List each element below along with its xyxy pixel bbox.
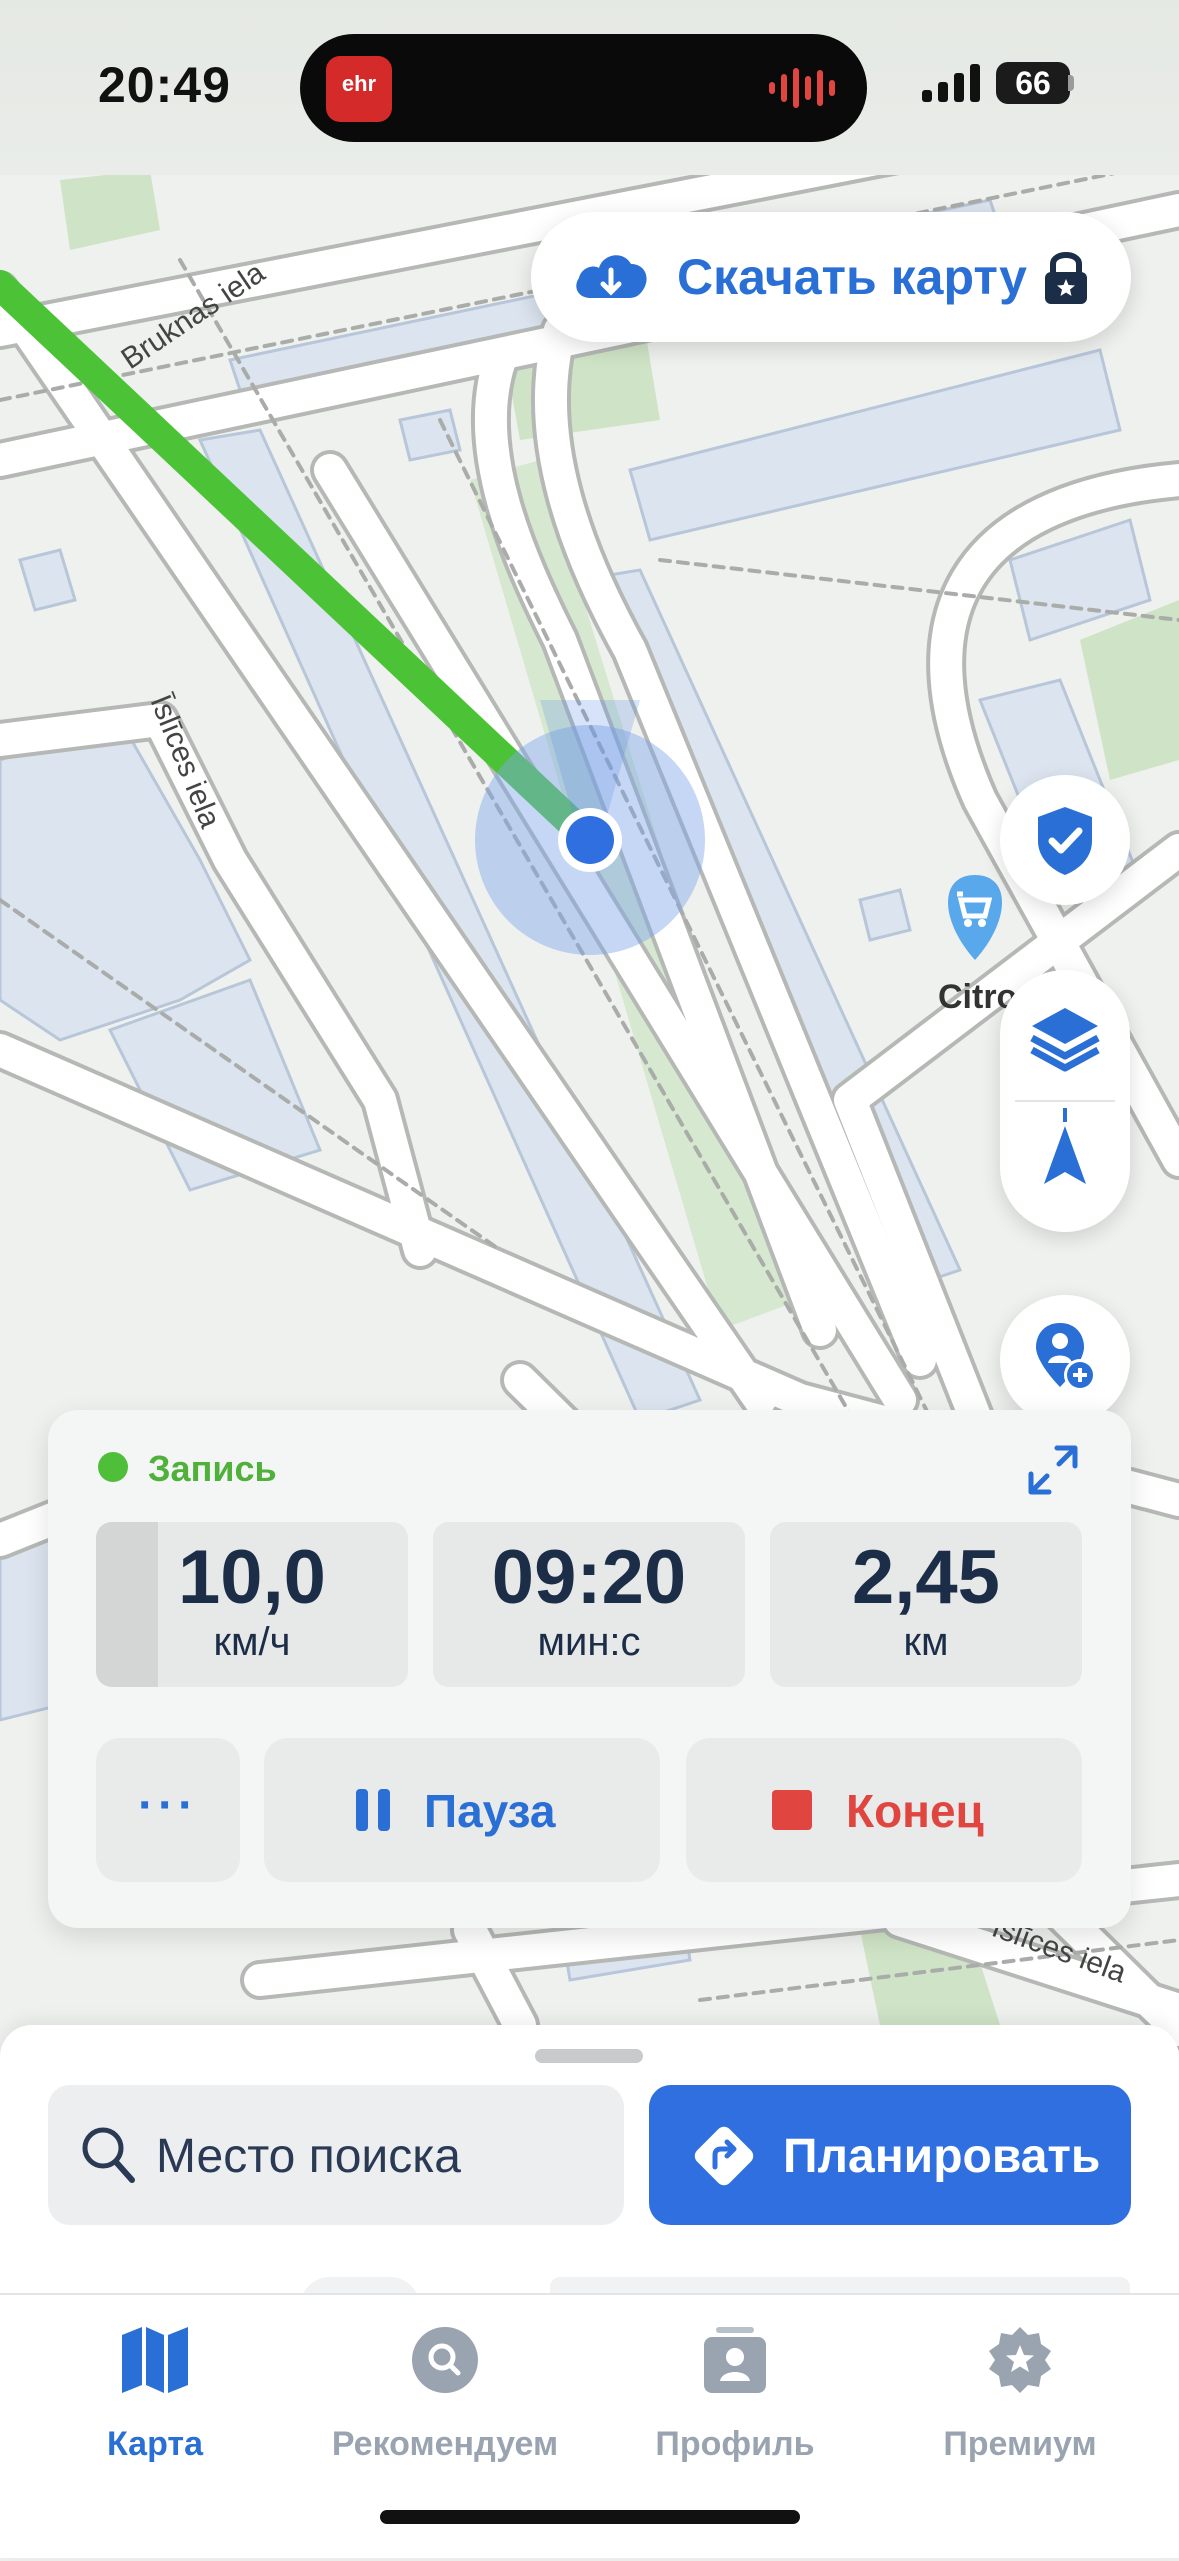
route-direction-icon [694,2126,754,2186]
shield-check-icon [1038,807,1092,875]
home-indicator[interactable] [380,2510,800,2524]
safety-shield-button[interactable] [1000,775,1130,905]
cloud-download-icon [576,255,647,298]
speed-unit: км/ч [213,1620,291,1664]
download-map-button[interactable]: Скачать карту [531,212,1131,342]
profile-icon [704,2327,766,2393]
search-field[interactable]: Место поиска [48,2085,624,2225]
time-unit: мин:с [537,1620,641,1664]
more-button[interactable]: ··· [96,1738,240,1882]
plan-route-label: Планировать [783,2130,1101,2183]
dynamic-island[interactable]: ehr [300,34,867,142]
sheet-grabber[interactable] [535,2049,643,2063]
compass-north-icon[interactable] [1000,1102,1130,1232]
search-icon [412,2327,478,2393]
stop-icon [772,1790,812,1830]
tab-profile[interactable]: Профиль [590,2325,880,2475]
island-app-icon: ehr [326,56,392,122]
plan-route-button[interactable]: Планировать [649,2085,1131,2225]
recording-indicator [98,1452,128,1482]
pause-icon [356,1789,390,1831]
speed-value: 10,0 [178,1535,326,1620]
pause-button[interactable]: Пауза [264,1738,660,1882]
distance-unit: км [903,1620,949,1664]
premium-lock-icon [1045,252,1087,304]
status-time: 20:49 [98,57,231,113]
status-bar: 20:49 ehr 66 [0,0,1179,175]
recording-panel: Запись 10,0 км/ч 09:20 мин:с 2,45 км ···… [48,1410,1131,1928]
pause-label: Пауза [424,1785,556,1837]
search-icon [82,2127,135,2183]
add-pin-button[interactable] [1000,1295,1130,1425]
map-icon [122,2327,188,2393]
tab-map[interactable]: Карта [10,2325,300,2475]
tab-map-label: Карта [107,2425,203,2463]
layers-icon[interactable] [1000,970,1130,1100]
speed-stat: 10,0 км/ч [96,1522,408,1687]
end-button[interactable]: Конец [686,1738,1082,1882]
expand-icon[interactable] [1023,1440,1083,1500]
tab-premium[interactable]: Премиум [875,2325,1165,2475]
time-value: 09:20 [491,1535,687,1620]
recording-status: Запись [148,1448,277,1489]
add-pin-icon [1036,1323,1096,1391]
audio-wave-icon [769,68,835,108]
tab-premium-label: Премиум [943,2425,1097,2463]
distance-value: 2,45 [852,1535,1000,1620]
download-map-label: Скачать карту [677,249,1027,305]
end-label: Конец [846,1785,984,1837]
time-stat: 09:20 мин:с [433,1522,745,1687]
tab-recommended-label: Рекомендуем [331,2425,559,2463]
map-controls-group [1000,970,1130,1232]
search-placeholder: Место поиска [156,2130,461,2183]
premium-star-icon [989,2327,1051,2393]
tab-recommended[interactable]: Рекомендуем [300,2325,590,2475]
battery-tip [1068,75,1074,91]
tab-profile-label: Профиль [655,2425,815,2463]
cellular-signal-icon [922,64,980,102]
battery-icon: 66 [996,62,1070,104]
more-label: ··· [138,1779,198,1832]
distance-stat: 2,45 км [770,1522,1082,1687]
